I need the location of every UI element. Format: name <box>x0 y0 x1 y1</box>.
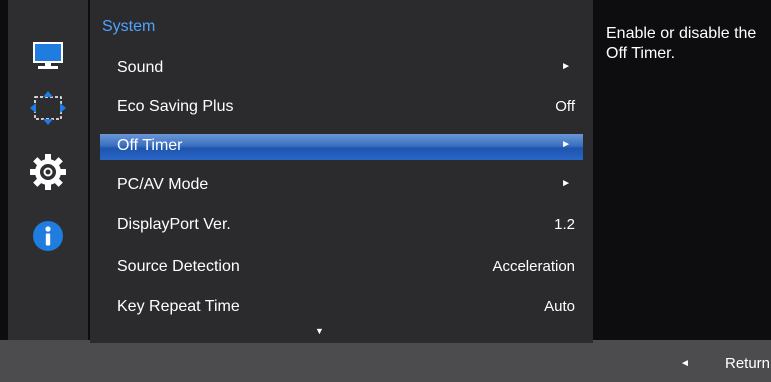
menu-item-label: Key Repeat Time <box>117 298 240 315</box>
footer-bar: ◄ Return <box>0 343 771 382</box>
menu-item-value: Off <box>555 98 575 115</box>
submenu-arrow-icon: ► <box>561 61 571 72</box>
left-arrow-icon: ◄ <box>680 358 690 369</box>
return-button[interactable]: Return <box>725 355 770 372</box>
menu-item-label: Sound <box>117 59 164 76</box>
menu-item-eco-saving-plus[interactable]: Eco Saving Plus Off <box>100 95 583 121</box>
menu-item-value: 1.2 <box>554 216 575 233</box>
menu-title: System <box>102 18 156 35</box>
menu-item-sound[interactable]: Sound ► <box>100 56 583 82</box>
system-gear-icon[interactable] <box>28 152 68 192</box>
menu-item-label: PC/AV Mode <box>117 176 209 193</box>
menu-item-label: Source Detection <box>117 258 240 275</box>
menu-item-off-timer[interactable]: Off Timer ► <box>100 134 583 160</box>
submenu-arrow-icon: ► <box>561 139 571 150</box>
information-icon[interactable] <box>28 216 68 256</box>
help-description: Enable or disable the Off Timer. <box>606 25 757 62</box>
menu-item-label: Off Timer <box>117 137 183 154</box>
menu-item-displayport-ver[interactable]: DisplayPort Ver. 1.2 <box>100 213 583 239</box>
picture-icon[interactable] <box>28 36 68 76</box>
category-rail <box>8 0 88 340</box>
submenu-arrow-icon: ► <box>561 178 571 189</box>
menu-item-label: Eco Saving Plus <box>117 98 234 115</box>
menu-item-pc-av-mode[interactable]: PC/AV Mode ► <box>100 173 583 199</box>
system-menu-panel: System Sound ► Eco Saving Plus Off Off T… <box>90 0 593 343</box>
scroll-down-icon[interactable]: ▼ <box>315 326 324 336</box>
menu-item-label: DisplayPort Ver. <box>117 216 231 233</box>
menu-item-source-detection[interactable]: Source Detection Acceleration <box>100 255 583 281</box>
onscreen-display-icon[interactable] <box>28 88 68 128</box>
menu-item-value: Acceleration <box>492 258 575 275</box>
menu-item-value: Auto <box>544 298 575 315</box>
menu-item-key-repeat-time[interactable]: Key Repeat Time Auto <box>100 295 583 321</box>
